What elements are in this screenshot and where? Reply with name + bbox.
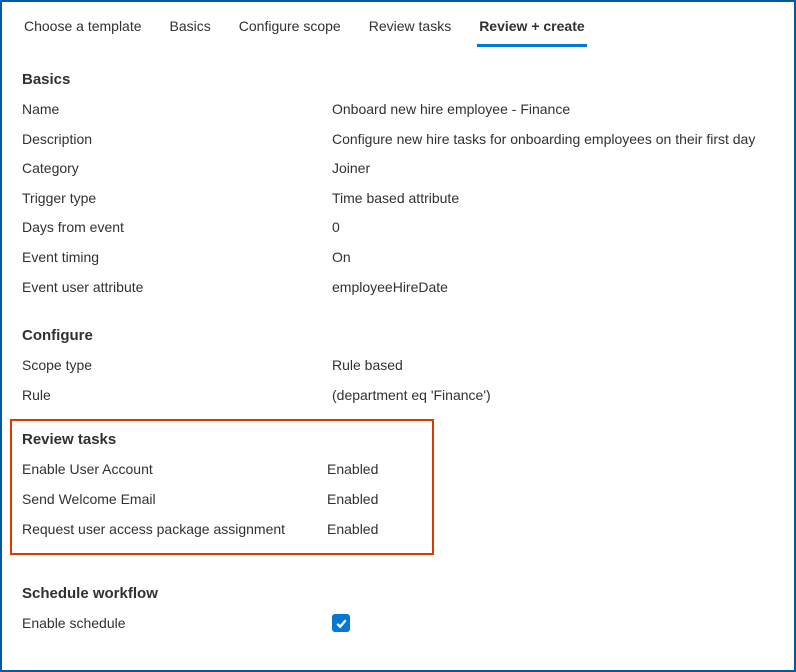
label-trigger-type: Trigger type [22, 189, 332, 209]
value-category: Joiner [332, 159, 370, 179]
label-description: Description [22, 130, 332, 150]
label-rule: Rule [22, 386, 332, 406]
check-icon [335, 617, 348, 630]
row-send-welcome-email: Send Welcome Email Enabled [22, 490, 422, 510]
section-title-configure: Configure [22, 327, 774, 344]
row-description: Description Configure new hire tasks for… [22, 130, 774, 150]
row-trigger-type: Trigger type Time based attribute [22, 189, 774, 209]
label-name: Name [22, 100, 332, 120]
row-days-from-event: Days from event 0 [22, 218, 774, 238]
label-request-access-package: Request user access package assignment [22, 520, 327, 540]
section-title-review-tasks: Review tasks [22, 431, 422, 448]
tab-bar: Choose a template Basics Configure scope… [2, 2, 794, 47]
section-title-basics: Basics [22, 71, 774, 88]
row-scope-type: Scope type Rule based [22, 356, 774, 376]
value-enable-schedule [332, 614, 350, 632]
row-event-timing: Event timing On [22, 248, 774, 268]
label-send-welcome-email: Send Welcome Email [22, 490, 327, 510]
row-request-access-package: Request user access package assignment E… [22, 520, 422, 540]
value-rule: (department eq 'Finance') [332, 386, 491, 406]
value-scope-type: Rule based [332, 356, 403, 376]
tab-choose-template[interactable]: Choose a template [22, 12, 144, 47]
label-event-user-attribute: Event user attribute [22, 278, 332, 298]
value-send-welcome-email: Enabled [327, 490, 378, 510]
label-category: Category [22, 159, 332, 179]
label-enable-schedule: Enable schedule [22, 614, 332, 634]
label-enable-user-account: Enable User Account [22, 460, 327, 480]
row-enable-user-account: Enable User Account Enabled [22, 460, 422, 480]
row-enable-schedule: Enable schedule [22, 614, 774, 634]
review-tasks-highlight: Review tasks Enable User Account Enabled… [10, 419, 434, 555]
tab-review-tasks[interactable]: Review tasks [367, 12, 453, 47]
value-event-user-attribute: employeeHireDate [332, 278, 448, 298]
label-scope-type: Scope type [22, 356, 332, 376]
row-category: Category Joiner [22, 159, 774, 179]
label-event-timing: Event timing [22, 248, 332, 268]
value-enable-user-account: Enabled [327, 460, 378, 480]
section-title-schedule: Schedule workflow [22, 585, 774, 602]
value-event-timing: On [332, 248, 351, 268]
value-days-from-event: 0 [332, 218, 340, 238]
content-area: Basics Name Onboard new hire employee - … [2, 47, 794, 654]
row-rule: Rule (department eq 'Finance') [22, 386, 774, 406]
label-days-from-event: Days from event [22, 218, 332, 238]
row-event-user-attribute: Event user attribute employeeHireDate [22, 278, 774, 298]
value-name: Onboard new hire employee - Finance [332, 100, 570, 120]
checkbox-enable-schedule[interactable] [332, 614, 350, 632]
row-name: Name Onboard new hire employee - Finance [22, 100, 774, 120]
tab-configure-scope[interactable]: Configure scope [237, 12, 343, 47]
value-trigger-type: Time based attribute [332, 189, 459, 209]
value-request-access-package: Enabled [327, 520, 378, 540]
value-description: Configure new hire tasks for onboarding … [332, 130, 755, 150]
tab-review-create[interactable]: Review + create [477, 12, 586, 47]
tab-basics[interactable]: Basics [168, 12, 213, 47]
